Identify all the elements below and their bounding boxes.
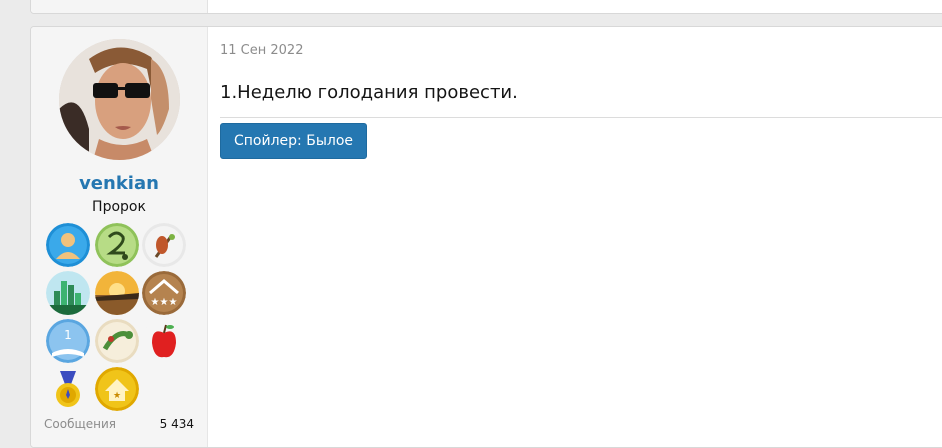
svg-text:★★★: ★★★ [151,297,178,308]
green-city-trophy-icon[interactable] [46,271,90,315]
gold-medal-trophy-icon[interactable] [46,367,90,411]
stars-roof-trophy-icon[interactable]: ★★★ [142,271,186,315]
woman-with-glasses-avatar-icon [59,39,180,160]
post-date[interactable]: 11 Сен 2022 [220,43,303,58]
forum-post: venkian Пророк ★★★ 1 ★ Сообщения 5 434 1… [30,26,942,448]
number-two-snake-trophy-icon[interactable] [95,223,139,267]
previous-post-user-cell [31,0,208,13]
red-apple-trophy-icon[interactable] [142,319,186,363]
sunset-field-trophy-icon[interactable] [95,271,139,315]
gold-house-star-trophy-icon[interactable]: ★ [95,367,139,411]
user-title: Пророк [92,199,146,215]
user-stats-messages: Сообщения 5 434 [44,417,194,431]
stat-value: 5 434 [159,417,194,431]
user-info-panel: venkian Пророк ★★★ 1 ★ Сообщения 5 434 [31,27,208,447]
username[interactable]: venkian [31,173,207,194]
svg-text:1: 1 [64,328,72,342]
stat-label: Сообщения [44,417,117,431]
svg-text:★: ★ [113,391,121,401]
green-lizard-trophy-icon[interactable] [95,319,139,363]
previous-post-edge [30,0,942,14]
bird-on-branch-trophy-icon[interactable] [142,223,186,267]
spoiler-button[interactable]: Спойлер: Былое [220,123,367,159]
post-body-text: 1.Неделю голодания провести. [220,82,518,103]
person-silhouette-trophy-icon[interactable] [46,223,90,267]
post-divider [220,117,942,118]
open-book-number-one-trophy-icon[interactable]: 1 [46,319,90,363]
post-content: 11 Сен 2022 1.Неделю голодания провести.… [208,27,942,447]
user-avatar[interactable] [59,39,180,160]
